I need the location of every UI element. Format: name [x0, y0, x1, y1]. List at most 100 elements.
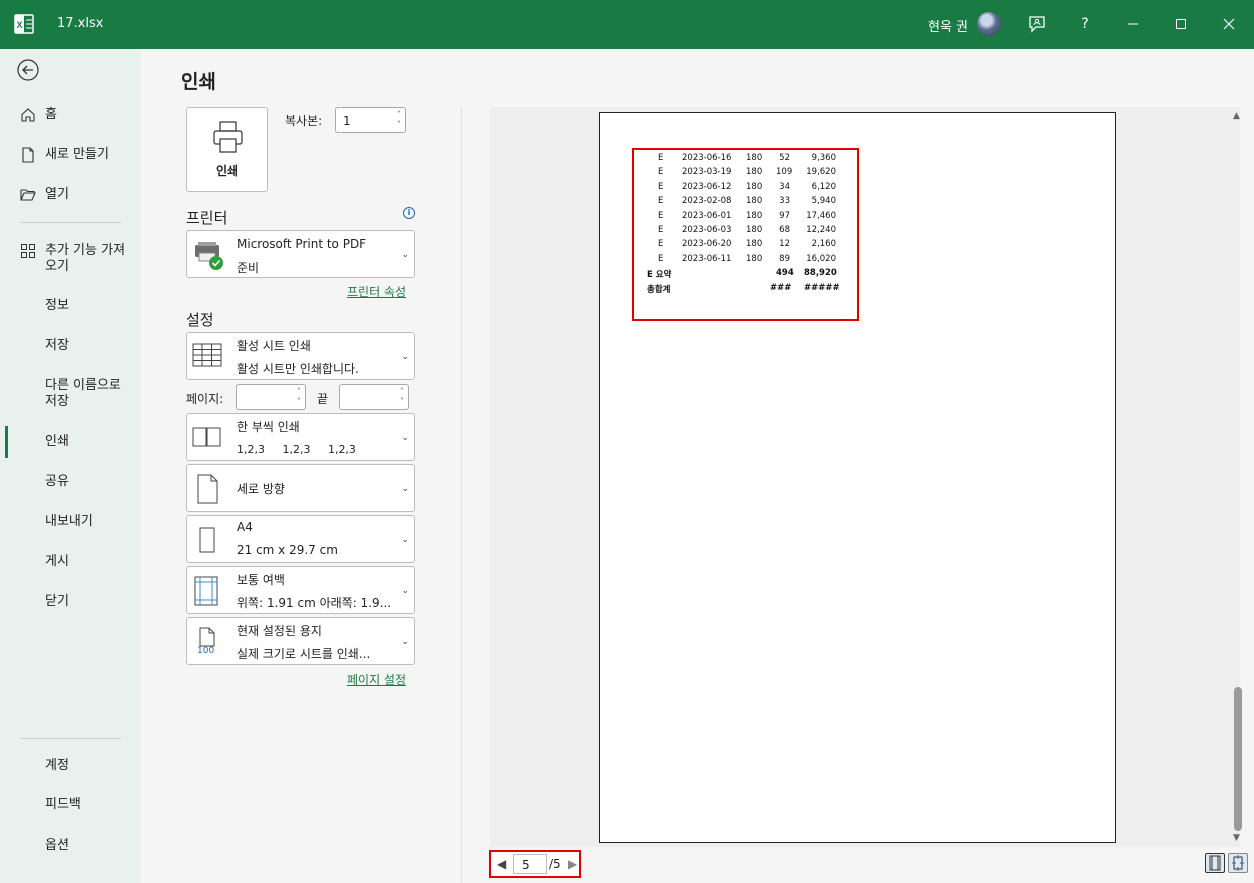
orientation-title: 세로 방향 [237, 482, 285, 496]
nav-open-label: 열기 [45, 187, 69, 202]
scroll-down-icon[interactable]: ▼ [1233, 833, 1240, 843]
next-page-icon[interactable]: ▶ [568, 857, 577, 871]
current-page-value: 5 [522, 858, 530, 872]
print-what-dropdown[interactable]: 활성 시트 인쇄 활성 시트만 인쇄합니다. ⌄ [186, 332, 415, 380]
print-pane: 인쇄 인쇄 복사본: 1 ˄ ˅ 프린터 i Microsoft Print to… [141, 49, 1254, 883]
home-icon [21, 108, 35, 122]
sheet-grid-icon [192, 343, 222, 367]
printer-device-icon [195, 242, 223, 270]
avatar[interactable] [977, 12, 1001, 36]
backstage-nav: 홈 새로 만들기 열기 추가 기능 가져 오기 정보 저장 다른 이름으로 저장… [0, 49, 141, 883]
file-name: 17.xlsx [57, 16, 104, 31]
chevron-down-icon: ⌄ [401, 484, 409, 494]
printer-section-title: 프린터 [186, 209, 228, 227]
table-row: E 2023-06-01 180 97 17,460 [658, 210, 836, 221]
current-page-input[interactable]: 5 [513, 854, 547, 874]
active-indicator [5, 426, 8, 458]
pages-from-stepper[interactable]: ˄ ˅ [236, 384, 306, 410]
print-what-desc: 활성 시트만 인쇄합니다. [237, 362, 359, 376]
back-arrow-icon[interactable] [17, 59, 39, 81]
show-margins-icon[interactable] [1205, 853, 1225, 873]
nav-close-label: 닫기 [45, 594, 69, 609]
nav-save-label: 저장 [45, 338, 69, 353]
copies-stepper[interactable]: 1 ˄ ˅ [335, 107, 406, 133]
maximize-icon[interactable] [1169, 12, 1193, 36]
margins-dropdown[interactable]: 보통 여백 위쪽: 1.91 cm 아래쪽: 1.9... ⌄ [186, 566, 415, 614]
chevron-down-icon: ⌄ [401, 352, 409, 362]
margins-title: 보통 여백 [237, 573, 285, 587]
pane-divider [461, 107, 462, 883]
chevron-down-icon: ⌄ [401, 433, 409, 443]
svg-text:X: X [16, 20, 22, 30]
nav-addins-label-2: 오기 [45, 259, 69, 274]
scaling-dropdown[interactable]: 100 현재 설정된 용지 실제 크기로 시트를 인쇄... ⌄ [186, 617, 415, 665]
printer-name: Microsoft Print to PDF [237, 237, 367, 251]
paper-desc: 21 cm x 29.7 cm [237, 543, 338, 557]
table-row: E 2023-02-08 180 33 5,940 [658, 196, 836, 207]
orientation-dropdown[interactable]: 세로 방향 ⌄ [186, 464, 415, 512]
nav-options-label: 옵션 [45, 838, 69, 853]
spin-arrows-icon[interactable]: ˄ ˅ [297, 387, 301, 407]
addins-icon [21, 244, 35, 258]
printer-icon [213, 121, 243, 153]
close-icon[interactable] [1217, 12, 1241, 36]
account-name[interactable]: 현욱 권 [928, 16, 968, 35]
paper-a4-icon [199, 527, 215, 553]
printer-dropdown[interactable]: Microsoft Print to PDF 준비 ⌄ [186, 230, 415, 278]
print-button-label: 인쇄 [215, 164, 239, 178]
nav-info-label: 정보 [45, 298, 69, 313]
excel-icon: X [14, 14, 34, 34]
chevron-down-icon: ⌄ [401, 535, 409, 545]
preview-table: E 2023-06-16 180 52 9,360 E 2023-03-19 180 109 1… [638, 153, 840, 297]
pages-to-stepper[interactable]: ˄ ˅ [339, 384, 409, 410]
copies-value: 1 [343, 114, 351, 128]
info-icon[interactable]: i [403, 207, 415, 219]
chevron-down-icon: ⌄ [401, 250, 409, 260]
total-row: 총합계 ### ##### [647, 282, 840, 295]
pages-to-label: 끝 [317, 392, 329, 406]
nav-save-as-label: 다른 이름으로 [45, 378, 121, 393]
page-title: 인쇄 [181, 71, 216, 93]
nav-new-label: 새로 만들기 [45, 147, 109, 162]
settings-section-title: 설정 [186, 311, 214, 329]
help-button[interactable]: ? [1073, 12, 1097, 36]
printer-properties-link[interactable]: 프린터 속성 [347, 283, 406, 300]
nav-share-label: 공유 [45, 474, 69, 489]
nav-publish-label: 게시 [45, 554, 69, 569]
margins-desc: 위쪽: 1.91 cm 아래쪽: 1.9... [237, 596, 392, 610]
nav-home-label: 홈 [45, 107, 57, 122]
new-file-icon [22, 147, 34, 163]
folder-open-icon [20, 189, 36, 201]
page-navigator: ◀ 5 /5 ▶ [489, 850, 581, 878]
prev-page-icon[interactable]: ◀ [497, 857, 506, 871]
nav-feedback-label: 피드백 [45, 797, 81, 812]
nav-divider [20, 222, 121, 223]
preview-page: E 2023-06-16 180 52 9,360 E 2023-03-19 180 109 1… [599, 112, 1116, 843]
feedback-icon[interactable] [1025, 12, 1049, 36]
nav-addins-label: 추가 기능 가져 [45, 243, 126, 258]
nav-export-label: 내보내기 [45, 514, 93, 529]
total-pages: /5 [549, 857, 561, 871]
collate-title: 한 부씩 인쇄 [237, 420, 300, 434]
printer-status: 준비 [237, 261, 260, 275]
paper-size-dropdown[interactable]: A4 21 cm x 29.7 cm ⌄ [186, 515, 415, 563]
preview-scrollbar[interactable]: ▲ ▼ [1231, 107, 1245, 847]
zoom-to-page-icon[interactable] [1228, 853, 1248, 873]
paper-title: A4 [237, 520, 253, 534]
nav-divider-bottom [20, 738, 121, 739]
print-button[interactable]: 인쇄 [186, 107, 268, 192]
spin-arrows-icon[interactable]: ˄ ˅ [400, 387, 404, 407]
summary-row: E 요약 494 88,920 [647, 268, 837, 281]
chevron-down-icon: ⌄ [401, 637, 409, 647]
scroll-up-icon[interactable]: ▲ [1233, 111, 1240, 121]
margins-icon [194, 576, 218, 606]
minimize-icon[interactable] [1121, 12, 1145, 36]
collate-dropdown[interactable]: 한 부씩 인쇄 1,2,3 1,2,3 1,2,3 ⌄ [186, 413, 415, 461]
table-row: E 2023-06-16 180 52 9,360 [658, 153, 836, 163]
spin-arrows-icon[interactable]: ˄ ˅ [397, 110, 401, 130]
scaling-desc: 실제 크기로 시트를 인쇄... [237, 647, 371, 661]
page-setup-link[interactable]: 페이지 설정 [347, 671, 406, 688]
table-row: E 2023-06-03 180 68 12,240 [658, 224, 836, 235]
portrait-page-icon [197, 474, 218, 504]
scroll-thumb[interactable] [1234, 687, 1242, 831]
